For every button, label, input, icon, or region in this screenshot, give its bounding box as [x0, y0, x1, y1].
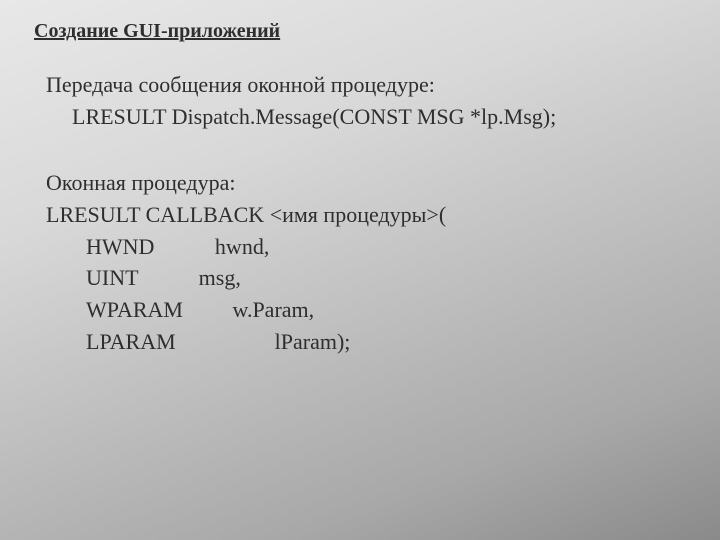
dispatch-code: LRESULT Dispatch.Message(CONST MSG *lp.M… — [46, 101, 686, 133]
page-title: Создание GUI-приложений — [34, 20, 686, 43]
slide: Создание GUI-приложений Передача сообщен… — [0, 0, 720, 540]
param-uint: UINT msg, — [46, 262, 686, 294]
content-body: Передача сообщения оконной процедуре: LR… — [34, 69, 686, 358]
wndproc-decl: LRESULT CALLBACK <имя процедуры>( — [46, 199, 686, 231]
param-hwnd: HWND hwnd, — [46, 231, 686, 263]
param-lparam: LPARAM lParam); — [46, 326, 686, 358]
wndproc-caption: Оконная процедура: — [46, 167, 686, 199]
spacer — [46, 133, 686, 167]
param-wparam: WPARAM w.Param, — [46, 294, 686, 326]
dispatch-caption: Передача сообщения оконной процедуре: — [46, 69, 686, 101]
